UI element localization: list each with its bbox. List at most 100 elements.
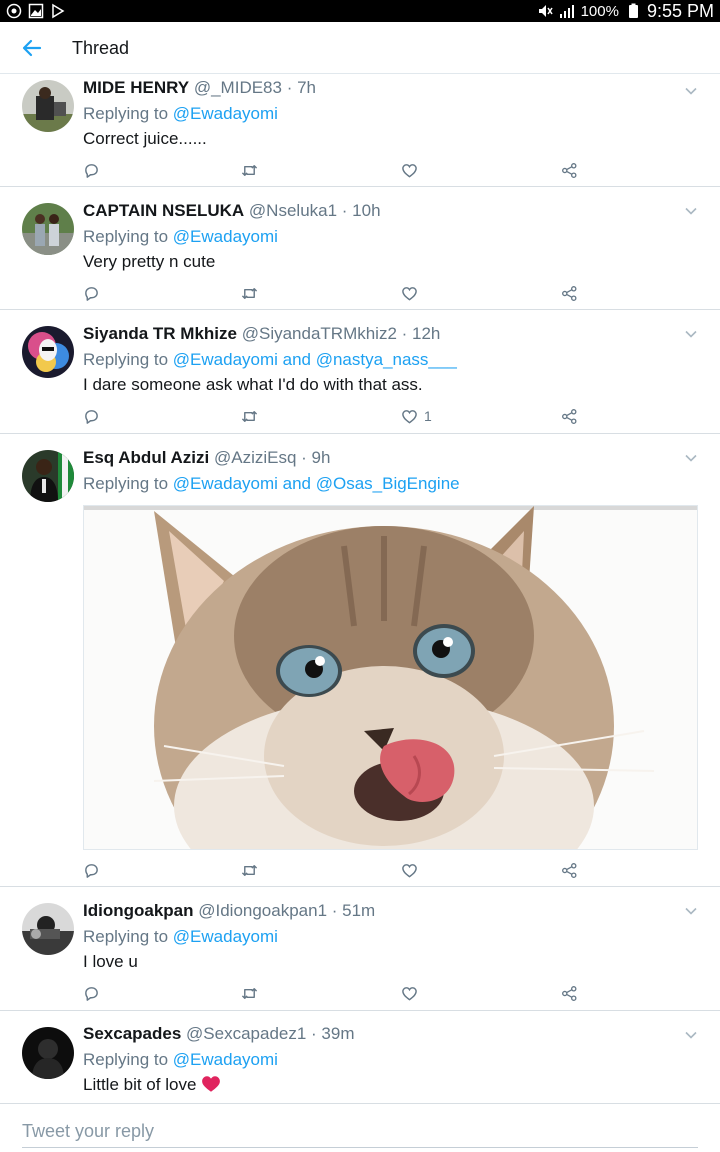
replying-to-link[interactable]: @Ewadayomi xyxy=(173,227,278,246)
reply-icon xyxy=(85,286,98,301)
author-handle: @Sexcapadez1 · 39m xyxy=(186,1024,355,1043)
tweet-text: I dare someone ask what I'd do with that… xyxy=(83,375,423,394)
tweet-item[interactable]: Siyanda TR Mkhize @SiyandaTRMkhiz2 · 12h… xyxy=(0,310,720,434)
author-name[interactable]: CAPTAIN NSELUKA xyxy=(83,201,244,220)
share-button[interactable] xyxy=(561,860,578,880)
heart-icon xyxy=(402,163,417,178)
avatar[interactable] xyxy=(22,80,74,132)
replying-to-link[interactable]: @Ewadayomi xyxy=(173,927,278,946)
heart-icon xyxy=(402,863,417,878)
share-button[interactable] xyxy=(561,406,578,426)
replying-to: Replying to @Ewadayomi and @nastya_nass_… xyxy=(83,349,700,371)
author-handle: @Idiongoakpan1 · 51m xyxy=(198,901,376,920)
reply-icon xyxy=(85,409,98,424)
replying-to: Replying to @Ewadayomi and @Osas_BigEngi… xyxy=(83,473,700,495)
reply-button[interactable] xyxy=(83,406,100,426)
like-button[interactable] xyxy=(401,860,424,880)
avatar[interactable] xyxy=(22,450,74,502)
retweet-icon xyxy=(241,987,258,999)
author-name[interactable]: Idiongoakpan xyxy=(83,901,194,920)
retweet-icon xyxy=(241,410,258,422)
back-arrow-icon[interactable] xyxy=(20,36,44,60)
share-icon xyxy=(562,408,577,424)
tweet-item[interactable]: MIDE HENRY @_MIDE83 · 7h Replying to @Ew… xyxy=(0,74,720,187)
tweet-actions xyxy=(83,283,583,303)
retweet-icon xyxy=(241,287,258,299)
author-name[interactable]: MIDE HENRY xyxy=(83,78,189,97)
retweet-icon xyxy=(241,864,258,876)
tweet-item[interactable]: CAPTAIN NSELUKA @Nseluka1 · 10h Replying… xyxy=(0,187,720,310)
replying-to-label: Replying to xyxy=(83,927,173,946)
tweet-item[interactable]: Sexcapades @Sexcapadez1 · 39m Replying t… xyxy=(0,1011,720,1104)
share-button[interactable] xyxy=(561,283,578,303)
share-icon xyxy=(562,285,577,301)
reply-icon xyxy=(85,863,98,878)
tweet-item[interactable]: Esq Abdul Azizi @AziziEsq · 9h Replying … xyxy=(0,434,720,887)
replying-to-label: Replying to xyxy=(83,1050,173,1069)
retweet-button[interactable] xyxy=(241,283,258,303)
tweet-media-image[interactable] xyxy=(83,505,698,850)
replying-to: Replying to @Ewadayomi xyxy=(83,226,700,248)
app-bar: Thread xyxy=(0,22,720,74)
tweet-actions xyxy=(83,860,583,880)
author-handle: @Nseluka1 · 10h xyxy=(248,201,381,220)
retweet-button[interactable] xyxy=(241,406,258,426)
reply-icon xyxy=(85,986,98,1001)
tweet-text-content: Little bit of love xyxy=(83,1075,197,1094)
page-title: Thread xyxy=(72,38,130,58)
tweet-actions xyxy=(83,160,583,180)
share-icon xyxy=(562,862,577,878)
replying-to-link[interactable]: @Ewadayomi and @nastya_nass___ xyxy=(173,350,457,369)
battery-percent: 100% xyxy=(580,2,619,20)
heart-icon xyxy=(402,986,417,1001)
like-button[interactable] xyxy=(401,983,424,1003)
reply-composer xyxy=(0,1104,720,1152)
replying-to-label: Replying to xyxy=(83,350,173,369)
retweet-button[interactable] xyxy=(241,160,258,180)
gallery-notification-icon xyxy=(28,3,44,19)
share-button[interactable] xyxy=(561,983,578,1003)
heart-icon xyxy=(402,409,417,424)
replying-to-label: Replying to xyxy=(83,474,173,493)
retweet-button[interactable] xyxy=(241,860,258,880)
replying-to-link[interactable]: @Ewadayomi xyxy=(173,1050,278,1069)
retweet-icon xyxy=(241,164,258,176)
battery-icon xyxy=(628,3,638,18)
tweet-text: Little bit of love xyxy=(83,1074,700,1096)
play-store-icon xyxy=(52,3,65,19)
retweet-button[interactable] xyxy=(241,983,258,1003)
clock: 9:55 PM xyxy=(646,0,714,21)
author-name[interactable]: Sexcapades xyxy=(83,1024,181,1043)
replying-to-link[interactable]: @Ewadayomi xyxy=(173,104,278,123)
reply-button[interactable] xyxy=(83,160,100,180)
reply-button[interactable] xyxy=(83,860,100,880)
reply-button[interactable] xyxy=(83,283,100,303)
share-button[interactable] xyxy=(561,160,578,180)
like-button[interactable]: 1 xyxy=(401,406,432,426)
like-count: 1 xyxy=(424,408,432,424)
tweet-text: Correct juice...... xyxy=(83,129,207,148)
tweet-item[interactable]: Idiongoakpan @Idiongoakpan1 · 51m Replyi… xyxy=(0,887,720,1011)
author-handle: @SiyandaTRMkhiz2 · 12h xyxy=(241,324,441,343)
author-handle: @_MIDE83 · 7h xyxy=(193,78,316,97)
like-button[interactable] xyxy=(401,283,424,303)
reply-button[interactable] xyxy=(83,983,100,1003)
reply-icon xyxy=(85,163,98,178)
avatar[interactable] xyxy=(22,203,74,255)
avatar[interactable] xyxy=(22,1027,74,1079)
tweet-text: Very pretty n cute xyxy=(83,252,216,271)
avatar[interactable] xyxy=(22,903,74,955)
avatar[interactable] xyxy=(22,326,74,378)
replying-to: Replying to @Ewadayomi xyxy=(83,103,700,125)
replying-to: Replying to @Ewadayomi xyxy=(83,1049,700,1071)
tweet-reply-input[interactable] xyxy=(22,1116,698,1148)
mute-icon xyxy=(538,5,553,17)
signal-icon xyxy=(559,5,574,18)
replying-to-link[interactable]: @Ewadayomi and @Osas_BigEngine xyxy=(173,474,460,493)
like-button[interactable] xyxy=(401,160,424,180)
red-heart-emoji-icon xyxy=(202,1076,221,1092)
author-name[interactable]: Siyanda TR Mkhize xyxy=(83,324,237,343)
author-name[interactable]: Esq Abdul Azizi xyxy=(83,448,209,467)
share-icon xyxy=(562,985,577,1001)
share-icon xyxy=(562,162,577,178)
